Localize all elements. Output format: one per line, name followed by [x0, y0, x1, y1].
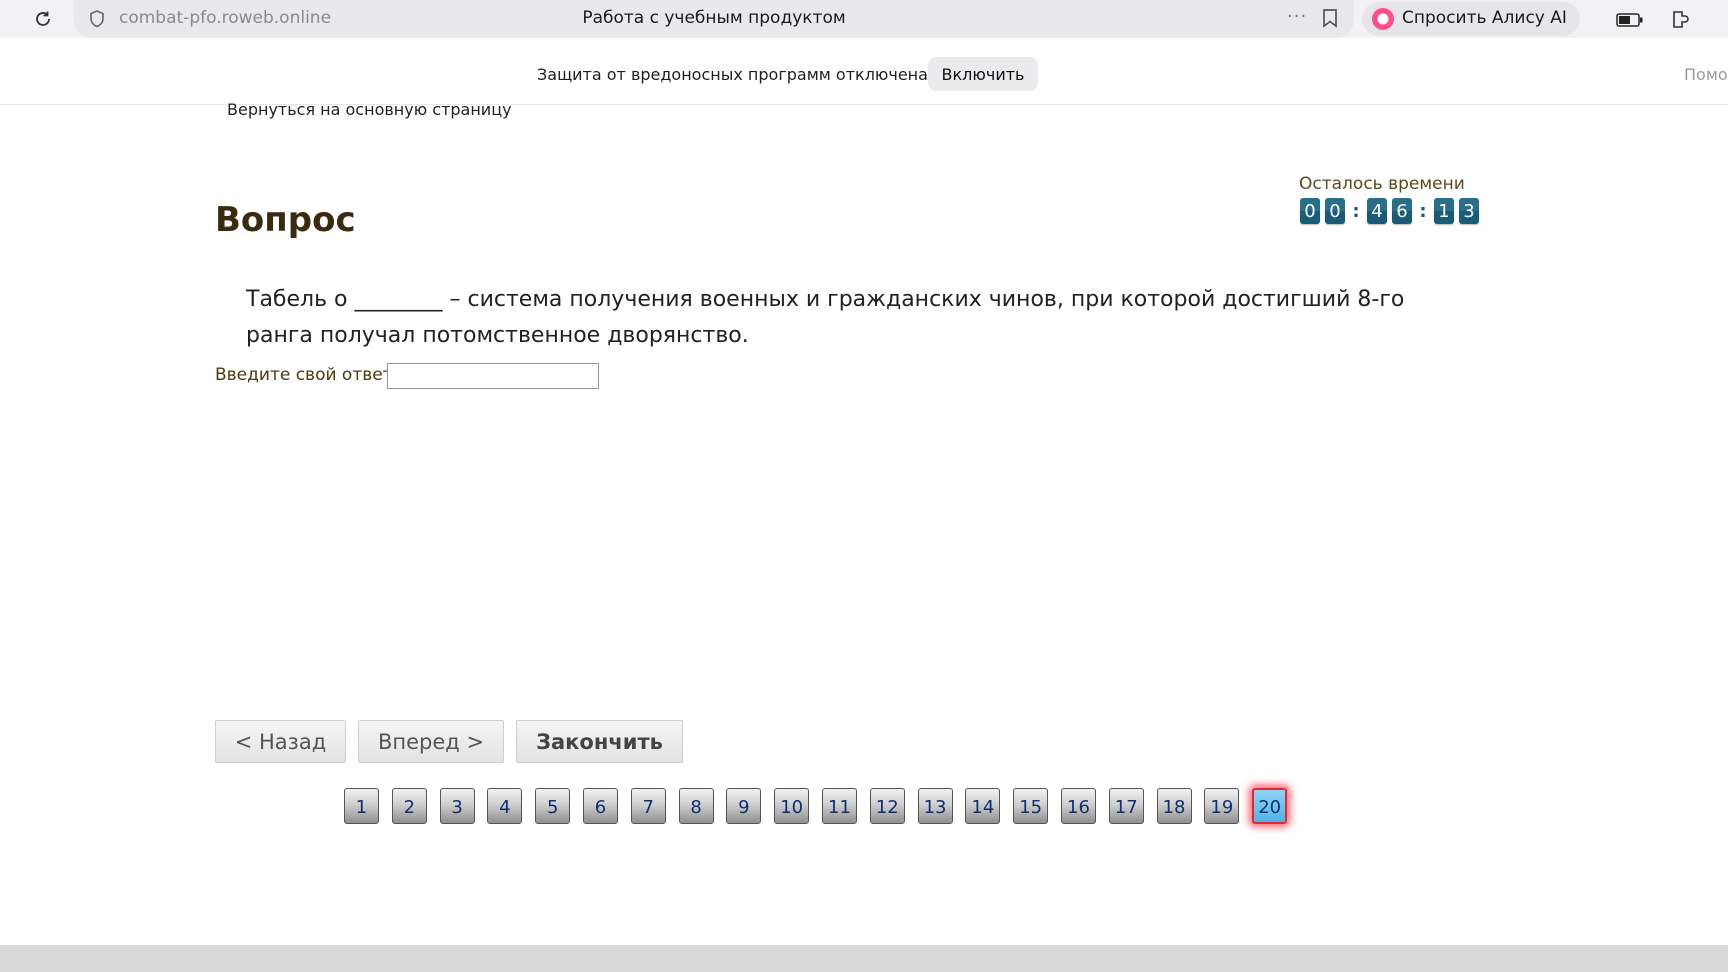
alice-icon: [1372, 8, 1394, 30]
page-button[interactable]: 16: [1060, 788, 1096, 824]
page-button[interactable]: 19: [1204, 788, 1240, 824]
page-button[interactable]: 17: [1108, 788, 1144, 824]
battery-icon: [1616, 12, 1644, 31]
more-menu-icon[interactable]: ···: [1287, 6, 1307, 27]
timer-digit: 3: [1459, 198, 1479, 224]
notice-text: Защита от вредоносных программ отключена: [537, 65, 928, 84]
page-button[interactable]: 15: [1013, 788, 1049, 824]
page-button[interactable]: 12: [869, 788, 905, 824]
extensions-icon[interactable]: [1670, 7, 1694, 35]
page-button[interactable]: 2: [391, 788, 427, 824]
back-to-main-link[interactable]: Вернуться на основную страницу: [227, 100, 512, 119]
timer-digit: 6: [1392, 198, 1412, 224]
next-button[interactable]: Вперед >: [358, 720, 504, 763]
timer-digit: 0: [1300, 198, 1320, 224]
security-notice-bar: Защита от вредоносных программ отключена…: [0, 52, 1728, 96]
page-button[interactable]: 8: [678, 788, 714, 824]
answer-label: Введите свой ответ: [215, 365, 393, 385]
page-button[interactable]: 10: [774, 788, 810, 824]
question-pager: 1 2 3 4 5 6 7 8 9 10 11 12 13 14 15 16 17 18 19 20: [344, 788, 1300, 824]
footer-bar: [0, 945, 1728, 972]
page-button[interactable]: 14: [965, 788, 1001, 824]
answer-input[interactable]: [387, 363, 599, 389]
page-button[interactable]: 11: [821, 788, 857, 824]
timer-digit: 0: [1325, 198, 1345, 224]
page-button[interactable]: 6: [582, 788, 618, 824]
page-button[interactable]: 1: [344, 788, 379, 824]
page-button[interactable]: 3: [439, 788, 475, 824]
help-link[interactable]: Помо: [1684, 65, 1728, 84]
page-button[interactable]: 13: [917, 788, 953, 824]
timer-separator: :: [1352, 200, 1360, 222]
page-button[interactable]: 5: [535, 788, 571, 824]
browser-toolbar: combat-pfo.roweb.online Работа с учебным…: [0, 0, 1728, 38]
countdown-timer: 0 0 : 4 6 : 1 3: [1300, 198, 1484, 224]
back-button[interactable]: < Назад: [215, 720, 346, 763]
page-title: Вопрос: [215, 200, 356, 240]
timer-separator: :: [1419, 200, 1427, 222]
tab-title: Работа с учебным продуктом: [582, 8, 846, 28]
page-button[interactable]: 7: [630, 788, 666, 824]
page-button[interactable]: 9: [726, 788, 762, 824]
page-button[interactable]: 18: [1156, 788, 1192, 824]
timer-label: Осталось времени: [1299, 174, 1465, 194]
ask-alice-label[interactable]: Спросить Алису AI: [1402, 8, 1567, 28]
page-button[interactable]: 4: [487, 788, 523, 824]
timer-digit: 1: [1434, 198, 1454, 224]
question-text: Табель о ________ – система получения во…: [246, 287, 1405, 348]
page-button[interactable]: 20: [1252, 788, 1288, 824]
timer-digit: 4: [1367, 198, 1387, 224]
finish-button[interactable]: Закончить: [516, 720, 683, 763]
bookmark-icon[interactable]: [1322, 8, 1338, 32]
enable-protection-button[interactable]: Включить: [928, 57, 1038, 91]
